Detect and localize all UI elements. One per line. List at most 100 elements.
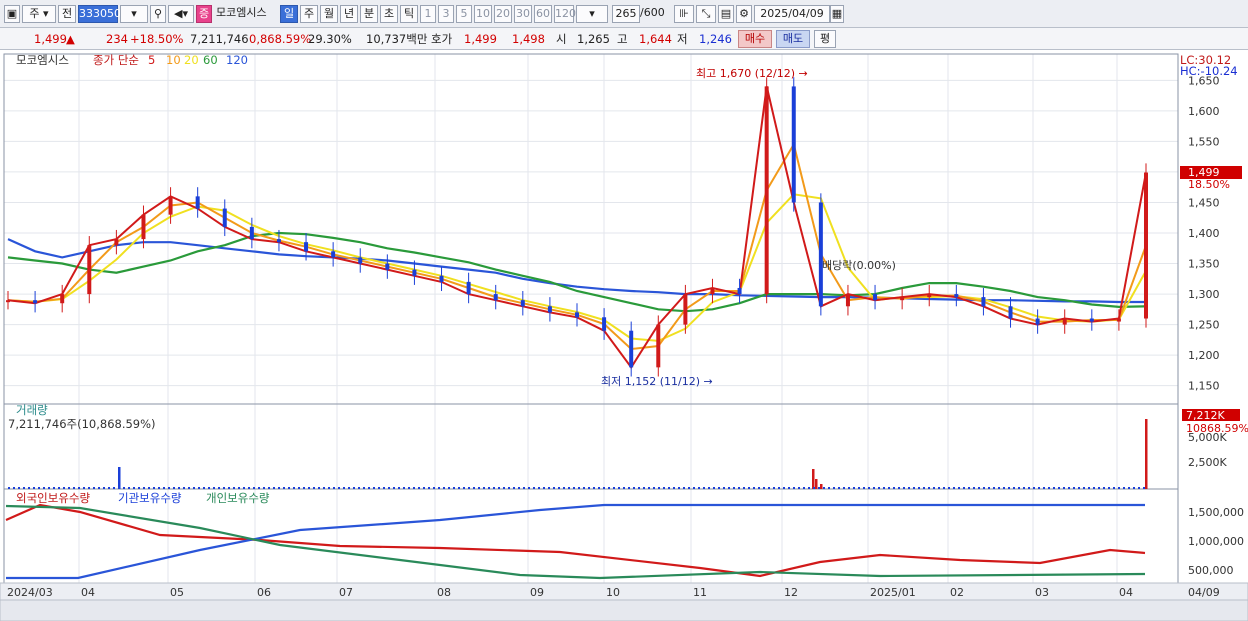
gear-icon[interactable]: ⚙	[736, 5, 752, 23]
interval-1[interactable]: 1	[420, 5, 436, 23]
volume-bar	[753, 487, 755, 489]
volume-bar	[873, 487, 875, 489]
period-day[interactable]: 일	[280, 5, 298, 23]
period-year[interactable]: 년	[340, 5, 358, 23]
volume-bar	[548, 487, 550, 489]
volume-bar	[628, 487, 630, 489]
interval-30[interactable]: 30	[514, 5, 532, 23]
volume-pct-label: 10868.59%	[1186, 422, 1248, 435]
volume-tick-label: 2,500K	[1188, 456, 1227, 469]
count-total: /600	[640, 6, 665, 19]
period-week[interactable]: 주	[300, 5, 318, 23]
buy-button[interactable]: 매수	[738, 30, 772, 48]
market-select[interactable]: 주 ▾	[22, 5, 56, 23]
volume-bar	[58, 487, 60, 489]
volume-bar	[933, 487, 935, 489]
volume-bar	[423, 487, 425, 489]
chart-area[interactable]: 1,6501,6001,5501,5001,4501,4001,3501,300…	[0, 50, 1248, 621]
ask-price: 1,498	[512, 32, 545, 46]
stock-name: 모코엠시스	[216, 6, 267, 19]
volume-bar	[613, 487, 615, 489]
code-dropdown-icon[interactable]: ▾	[120, 5, 148, 23]
interval-3[interactable]: 3	[438, 5, 454, 23]
volume-bar	[413, 487, 415, 489]
volume-bar	[828, 487, 830, 489]
current-pct-label: 18.50%	[1188, 178, 1230, 191]
volume-bar	[820, 484, 823, 489]
volume-bar	[1083, 487, 1085, 489]
period-month[interactable]: 월	[320, 5, 338, 23]
volume-bar	[578, 487, 580, 489]
volume-bar	[448, 487, 450, 489]
calendar-icon[interactable]: ▦	[830, 5, 844, 23]
volume-bar	[663, 487, 665, 489]
volume-bar	[543, 487, 545, 489]
volume-bar	[248, 487, 250, 489]
volume-bar	[43, 487, 45, 489]
ma-legend-10: 10	[166, 53, 181, 67]
candle-type-icon[interactable]: ⊪	[674, 5, 694, 23]
volume-bar	[178, 487, 180, 489]
date-input[interactable]: 2025/04/09	[754, 5, 830, 23]
bid-label: 호가	[431, 32, 453, 46]
ma-legend-120: 120	[226, 53, 248, 67]
sound-icon[interactable]: ◀▾	[168, 5, 194, 23]
volume-bar	[1048, 487, 1050, 489]
eval-button[interactable]: 평	[814, 30, 836, 48]
volume-bar	[383, 487, 385, 489]
volume-bar	[458, 487, 460, 489]
interval-120[interactable]: 120	[554, 5, 576, 23]
volume-bar	[973, 487, 975, 489]
volume-bar	[418, 487, 420, 489]
volume-bar	[493, 487, 495, 489]
volume-bar	[463, 487, 465, 489]
candle-body	[168, 196, 173, 215]
volume-bar	[208, 487, 210, 489]
volume-bar	[908, 487, 910, 489]
volume-bar	[293, 487, 295, 489]
high-price: 1,644	[639, 32, 672, 46]
volume-bar	[1133, 487, 1135, 489]
crosshair-icon[interactable]: ⤡	[696, 5, 716, 23]
count-input[interactable]: 265	[612, 5, 640, 23]
interval-10[interactable]: 10	[474, 5, 492, 23]
x-tick-label: 06	[257, 586, 271, 599]
x-tick-label: 08	[437, 586, 451, 599]
volume-bar	[868, 487, 870, 489]
volume-bar	[1058, 487, 1060, 489]
toolbar: ▣ 주 ▾ 전 333050 ▾ ⚲ ◀▾ 증 모코엠시스 일 주 월 년 분 …	[0, 0, 1248, 28]
interval-60[interactable]: 60	[534, 5, 552, 23]
volume-bar	[198, 487, 200, 489]
candle-body	[764, 86, 769, 295]
candle-body	[954, 294, 959, 298]
volume-bar	[358, 487, 360, 489]
period-tick[interactable]: 틱	[400, 5, 418, 23]
prev-button[interactable]: 전	[58, 5, 76, 23]
period-minute[interactable]: 분	[360, 5, 378, 23]
volume-bar	[83, 487, 85, 489]
volume-bar	[118, 487, 120, 489]
interval-5[interactable]: 5	[456, 5, 472, 23]
search-icon[interactable]: ⚲	[150, 5, 166, 23]
volume-bar	[573, 487, 575, 489]
volume-bar	[323, 487, 325, 489]
window-icon[interactable]: ▣	[4, 5, 20, 23]
candle-body	[818, 202, 823, 307]
volume-bar	[863, 487, 865, 489]
volume-bar	[812, 469, 815, 489]
candle-body	[331, 251, 336, 258]
sell-button[interactable]: 매도	[776, 30, 810, 48]
period-second[interactable]: 초	[380, 5, 398, 23]
high-label: 고	[617, 32, 628, 46]
volume-bar	[643, 487, 645, 489]
x-tick-label: 03	[1035, 586, 1049, 599]
interval-20[interactable]: 20	[494, 5, 512, 23]
stock-code-input[interactable]: 333050	[78, 5, 121, 23]
save-icon[interactable]: ▤	[718, 5, 734, 23]
interval-dropdown[interactable]: ▾	[576, 5, 608, 23]
volume-bar	[533, 487, 535, 489]
candle-body	[683, 294, 688, 325]
volume-bar	[163, 487, 165, 489]
volume-bar	[368, 487, 370, 489]
candle-body	[358, 257, 363, 264]
